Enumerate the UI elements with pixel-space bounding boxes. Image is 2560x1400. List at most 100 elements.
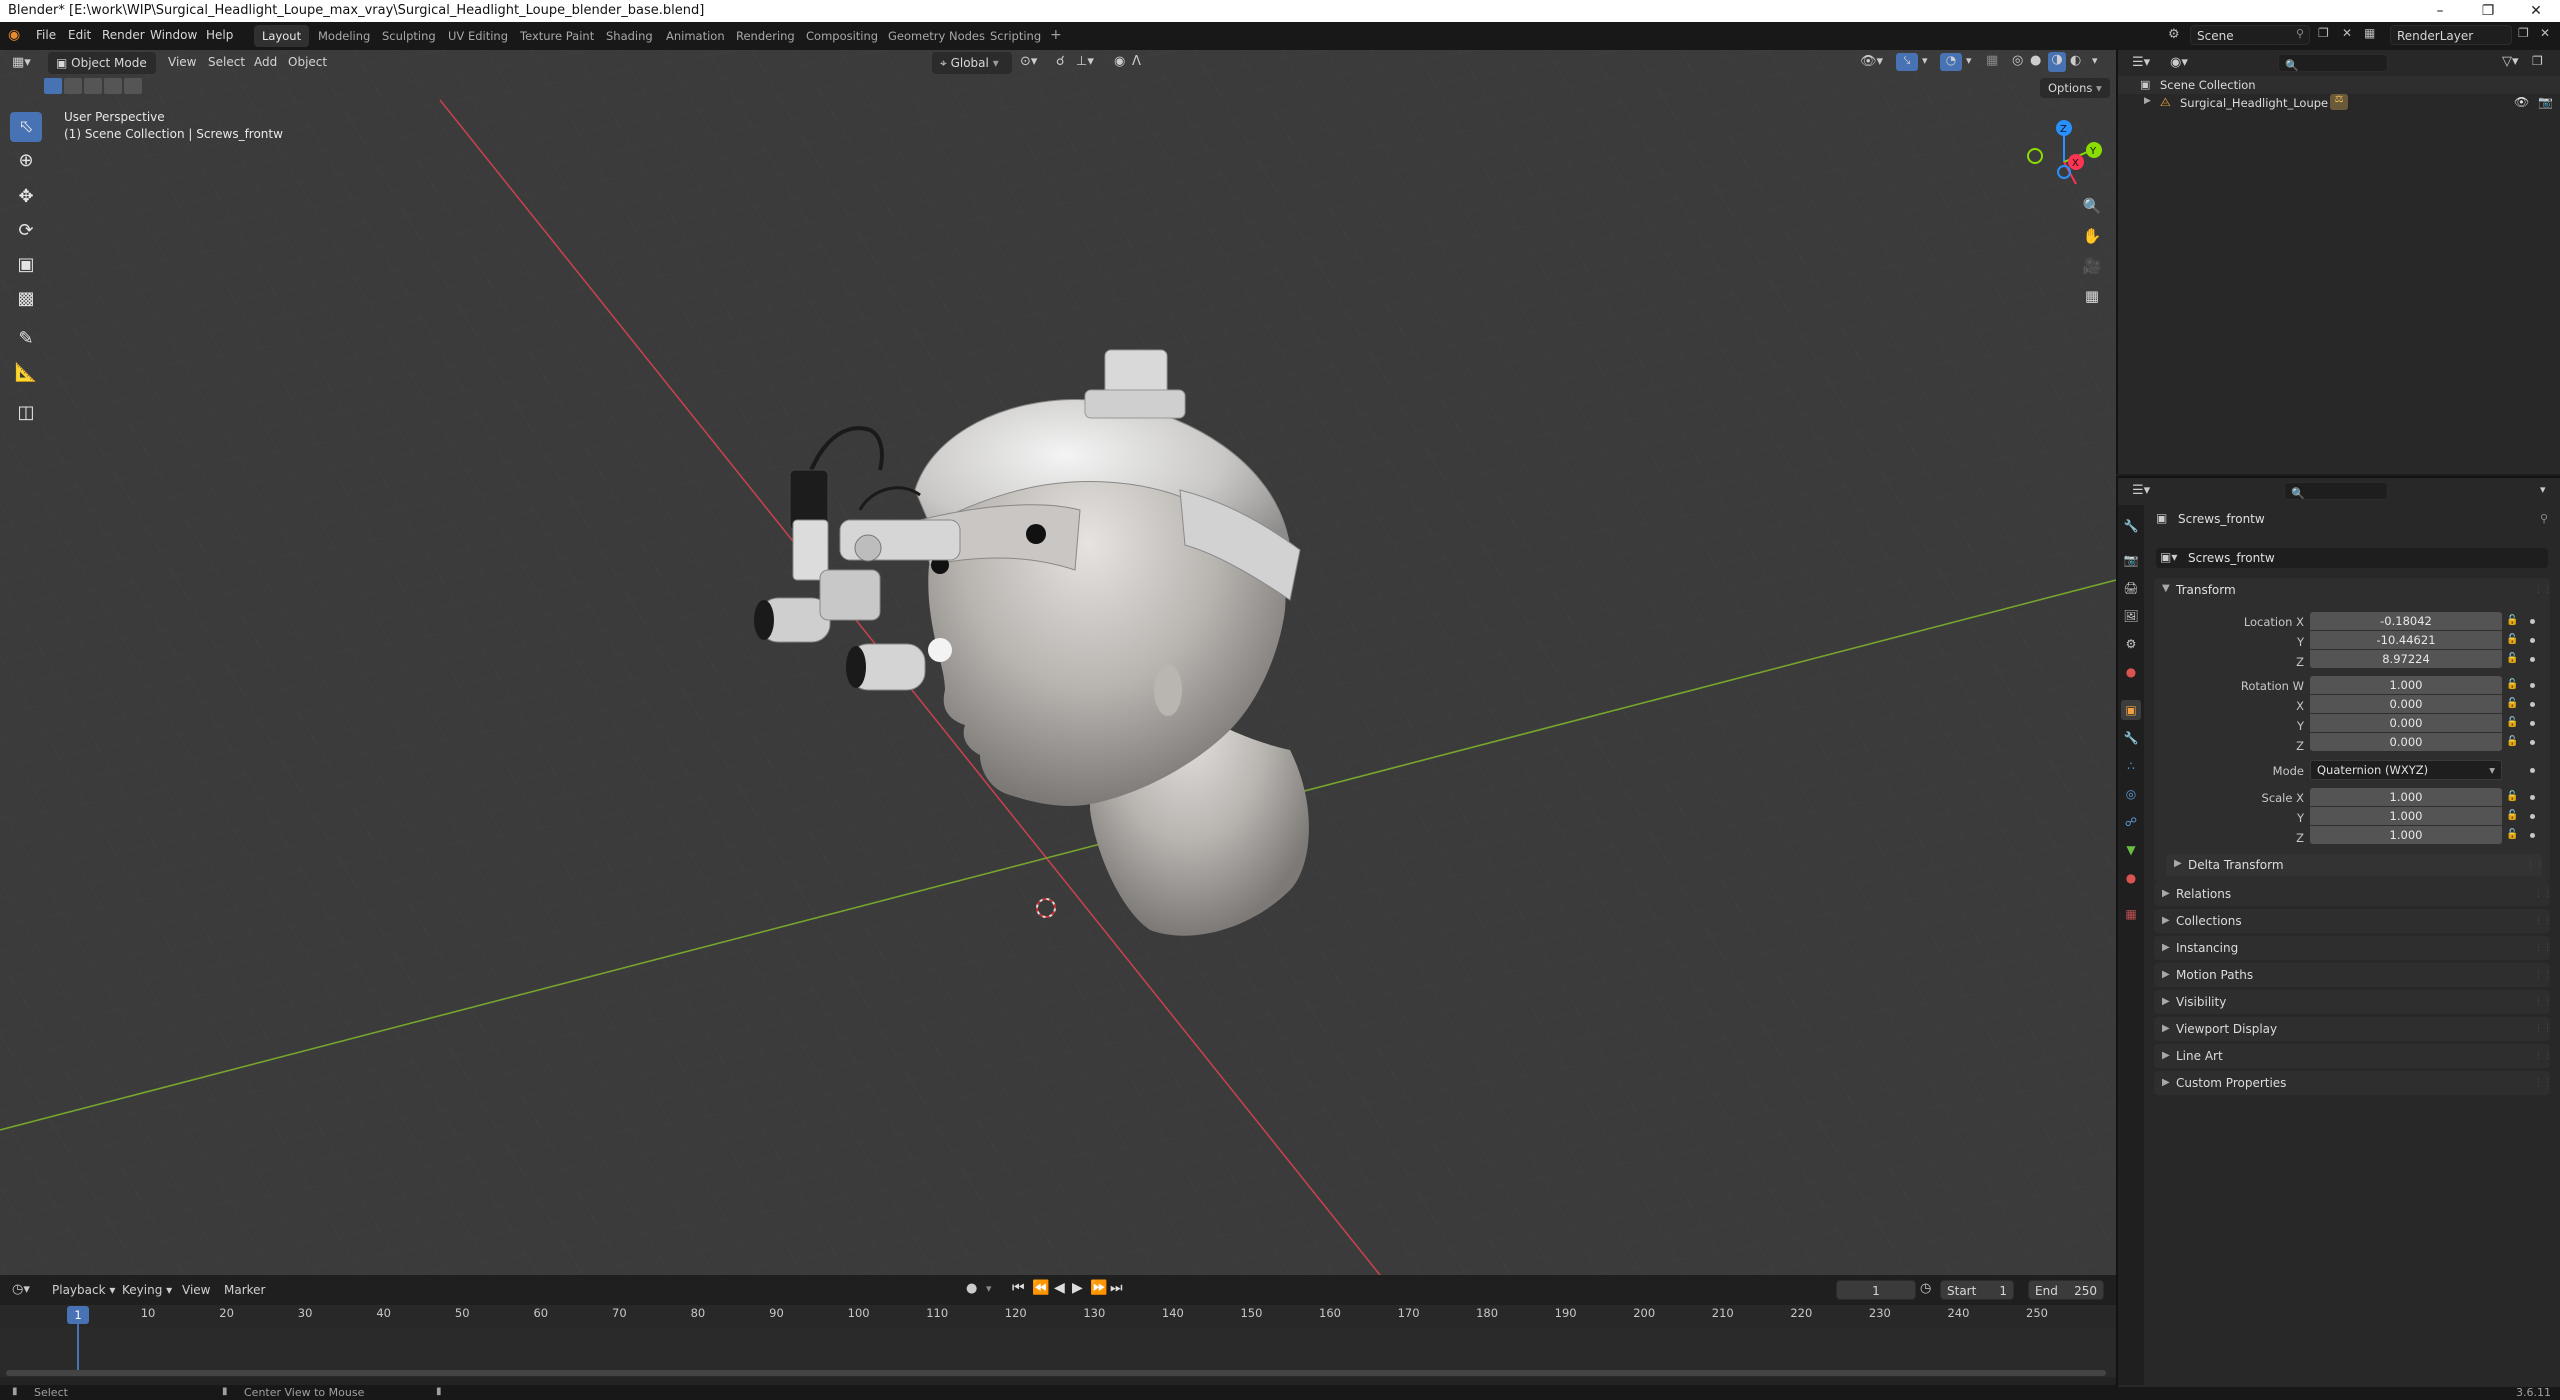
panel-custom-properties[interactable]: ▶ Custom Properties ⋮⋮ <box>2154 1071 2552 1095</box>
panel-relations[interactable]: ▶ Relations ⋮⋮ <box>2154 882 2552 906</box>
jump-prev-key-icon[interactable]: ⏪ <box>1032 1280 1049 1296</box>
rotation-x-field[interactable]: 0.000 <box>2310 695 2502 713</box>
data-tab-icon[interactable]: ▼ <box>2121 840 2141 860</box>
timeline-menu-view[interactable]: View <box>182 1283 210 1297</box>
3d-viewport[interactable]: ▦▾ ▣ Object Mode ▾ View Select Add Objec… <box>0 50 2116 1275</box>
delete-layer-icon[interactable]: ✕ <box>2540 26 2550 40</box>
tab-geometry-nodes[interactable]: Geometry Nodes <box>880 25 993 47</box>
panel-grip-icon[interactable]: ⋮⋮ <box>2534 916 2552 926</box>
panel-grip-icon[interactable]: ⋮⋮ <box>2534 1051 2552 1061</box>
panel-grip-icon[interactable]: ⋮⋮ <box>2534 1024 2552 1034</box>
tab-layout[interactable]: Layout <box>254 25 310 47</box>
tab-scripting[interactable]: Scripting <box>982 25 1049 47</box>
delta-transform-subpanel[interactable]: ▶ Delta Transform ⋮⋮ <box>2166 854 2544 876</box>
keyframe-dot-icon[interactable] <box>2530 619 2535 624</box>
menu-help[interactable]: Help <box>206 28 233 42</box>
current-frame-field[interactable]: 1 <box>1836 1280 1916 1300</box>
rendered-shading-icon[interactable]: ◐ <box>2070 53 2081 68</box>
jump-end-icon[interactable]: ⏭ <box>1110 1280 1123 1296</box>
perspective-toggle-icon[interactable]: ▦ <box>2078 282 2106 310</box>
cursor-tool-icon[interactable]: ⊕ <box>10 146 42 176</box>
move-tool-icon[interactable]: ✥ <box>10 182 42 212</box>
lock-scale-x-icon[interactable]: 🔓 <box>2506 791 2518 802</box>
scene-tab-icon[interactable]: ⚙ <box>2121 634 2141 654</box>
outliner-row-scene-collection[interactable]: ▣ Scene Collection <box>2118 76 2560 94</box>
solid-shading-icon[interactable]: ● <box>2030 53 2041 68</box>
viewport-menu-select[interactable]: Select <box>208 55 245 69</box>
filter-icon[interactable]: ▽▾ <box>2502 54 2519 69</box>
panel-grip-icon[interactable]: ⋮⋮ <box>2534 889 2552 899</box>
keyframe-dot-icon[interactable] <box>2530 768 2535 773</box>
new-layer-icon[interactable]: ❐ <box>2518 26 2529 40</box>
view-layer-icon[interactable]: ▦ <box>2364 26 2375 40</box>
tab-rendering[interactable]: Rendering <box>728 25 803 47</box>
scene-icon[interactable]: ⚙ <box>2168 27 2180 42</box>
object-name-field[interactable]: ▣▾ Screws_frontw <box>2156 548 2548 568</box>
rotation-mode-dropdown[interactable]: Quaternion (WXYZ) ▾ <box>2310 760 2502 780</box>
clock-icon[interactable]: ◷ <box>1920 1281 1931 1296</box>
start-frame-field[interactable]: Start 1 <box>1940 1280 2014 1300</box>
snap-icon[interactable]: ☌ <box>1056 54 1065 69</box>
zoom-icon[interactable]: 🔍 <box>2078 192 2106 220</box>
panel-instancing[interactable]: ▶ Instancing ⋮⋮ <box>2154 936 2552 960</box>
visibility-icon[interactable]: 👁▾ <box>1860 54 1883 69</box>
object-mode-dropdown[interactable]: ▣ Object Mode ▾ <box>48 52 156 92</box>
shading-dropdown-icon[interactable]: ▾ <box>2092 54 2098 67</box>
tab-texture-paint[interactable]: Texture Paint <box>512 25 602 47</box>
keyframe-dot-icon[interactable] <box>2530 814 2535 819</box>
tab-modeling[interactable]: Modeling <box>310 25 378 47</box>
wireframe-shading-icon[interactable]: ◎ <box>2012 53 2023 68</box>
autokey-record-icon[interactable]: ● <box>966 1281 977 1296</box>
menu-edit[interactable]: Edit <box>68 28 91 42</box>
panel-collections[interactable]: ▶ Collections ⋮⋮ <box>2154 909 2552 933</box>
end-frame-field[interactable]: End 250 <box>2028 1280 2104 1300</box>
viewport-menu-object[interactable]: Object <box>288 55 327 69</box>
rotate-tool-icon[interactable]: ⟳ <box>10 216 42 246</box>
lock-location-z-icon[interactable]: 🔓 <box>2506 653 2518 664</box>
constraints-tab-icon[interactable]: ☍ <box>2121 812 2141 832</box>
location-y-field[interactable]: -10.44621 <box>2310 631 2502 649</box>
select-intersect-icon[interactable] <box>124 78 142 94</box>
tab-shading[interactable]: Shading <box>598 25 661 47</box>
keyframe-dot-icon[interactable] <box>2530 833 2535 838</box>
blender-logo-icon[interactable]: ◉ <box>8 27 20 43</box>
snap-target-icon[interactable]: ⊥▾ <box>1076 54 1094 69</box>
add-workspace-icon[interactable]: + <box>1050 27 1062 43</box>
outliner-row-surgical-headlight[interactable]: ▶ ⨺ Surgical_Headlight_Loupe ⚖ 👁 📷 <box>2118 94 2560 112</box>
world-tab-icon[interactable]: ● <box>2121 662 2141 682</box>
scene-field[interactable]: Scene <box>2190 25 2310 45</box>
select-subtract-icon[interactable] <box>84 78 102 94</box>
playhead-frame-badge[interactable]: 1 <box>67 1306 89 1324</box>
expand-chevron-icon[interactable]: ▶ <box>2144 96 2151 106</box>
object-tab-icon[interactable]: ▣ <box>2121 700 2141 720</box>
props-editor-type-icon[interactable]: ☰▾ <box>2132 483 2150 498</box>
outliner-editor-type-icon[interactable]: ☰▾ <box>2132 55 2150 70</box>
render-layer-field[interactable]: RenderLayer <box>2390 25 2512 45</box>
timeline-menu-keying[interactable]: Keying ▾ <box>122 1283 172 1297</box>
panel-grip-icon[interactable]: ⋮⋮ <box>2534 1078 2552 1088</box>
keyframe-dot-icon[interactable] <box>2530 721 2535 726</box>
delta-grip-icon[interactable]: ⋮⋮ <box>2526 860 2544 870</box>
transform-panel-header[interactable]: ▼ Transform ⋮⋮ <box>2154 578 2552 602</box>
props-options-icon[interactable]: ▾ <box>2540 483 2546 496</box>
options-dropdown[interactable]: Options ▾ <box>2040 78 2110 98</box>
panel-motion-paths[interactable]: ▶ Motion Paths ⋮⋮ <box>2154 963 2552 987</box>
render-tab-icon[interactable]: 📷 <box>2121 550 2141 570</box>
lock-scale-y-icon[interactable]: 🔓 <box>2506 810 2518 821</box>
props-pin-icon[interactable]: ⚲ <box>2540 512 2548 525</box>
keyframe-dot-icon[interactable] <box>2530 683 2535 688</box>
lock-rotation-z-icon[interactable]: 🔓 <box>2506 736 2518 747</box>
location-z-field[interactable]: 8.97224 <box>2310 650 2502 668</box>
pin-icon[interactable]: ⚲ <box>2296 27 2304 40</box>
tool-tab-icon[interactable]: 🔧 <box>2121 516 2141 536</box>
outliner-search-input[interactable]: 🔍 <box>2278 54 2388 72</box>
play-reverse-icon[interactable]: ◀ <box>1054 1280 1065 1296</box>
output-tab-icon[interactable]: 🖨 <box>2121 578 2141 598</box>
keyframe-dot-icon[interactable] <box>2530 795 2535 800</box>
editor-type-icon[interactable]: ▦▾ <box>12 55 31 70</box>
jump-next-key-icon[interactable]: ⏩ <box>1090 1280 1107 1296</box>
select-box-tool-icon[interactable]: ⬁ <box>10 112 42 142</box>
scale-x-field[interactable]: 1.000 <box>2310 788 2502 806</box>
select-new-icon[interactable] <box>44 78 62 94</box>
view-layer-tab-icon[interactable]: 🖼 <box>2121 606 2141 626</box>
